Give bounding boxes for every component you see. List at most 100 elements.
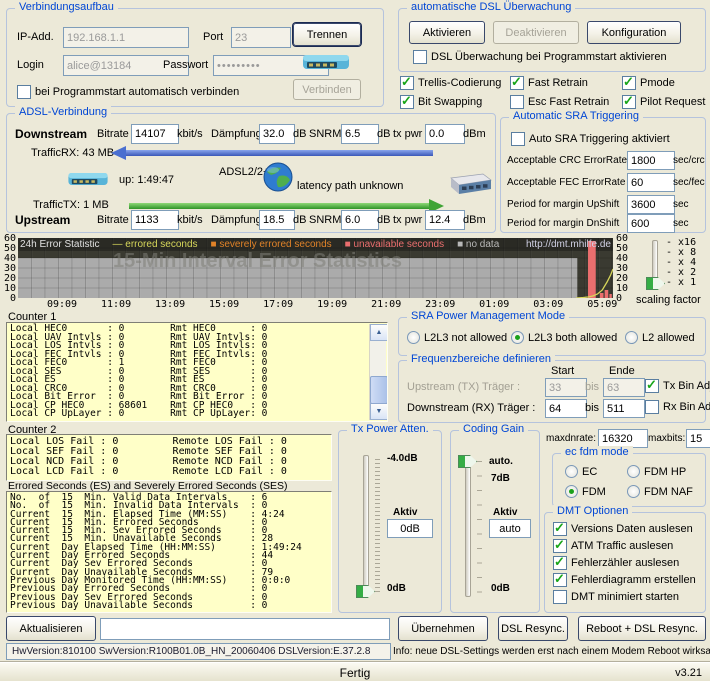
watch-startup-checkbox[interactable]: DSL Überwachung bei Programmstart aktivi… bbox=[413, 50, 667, 64]
radio-l2l3-both-allowed[interactable]: L2L3 both allowed bbox=[511, 331, 617, 344]
fec-errorrate-field[interactable]: 60 bbox=[627, 173, 675, 192]
x-tick-label: 03:09 bbox=[533, 299, 564, 310]
dmt-minimiert-checkbox[interactable]: DMT minimiert starten bbox=[553, 590, 679, 604]
trellis-checkbox-box[interactable] bbox=[400, 74, 414, 90]
bit-swapping-label: Bit Swapping bbox=[418, 96, 483, 108]
dsl-resync-button[interactable]: DSL Resync. bbox=[498, 616, 568, 641]
ds-bitrate-field[interactable]: 14107 bbox=[131, 124, 179, 144]
radio-l2-allowed-circle[interactable] bbox=[625, 331, 638, 344]
traffic-tx-label: TrafficTX: 1 MB bbox=[33, 199, 109, 211]
ds-snrm-field[interactable]: 6.5 bbox=[341, 124, 379, 144]
counter1-scrollbar-thumb[interactable] bbox=[370, 376, 387, 404]
trellis-checkbox[interactable]: Trellis-Codierung bbox=[400, 74, 501, 90]
counter2-box[interactable]: Local LOS Fail : 0 Remote LOS Fail : 0 L… bbox=[6, 434, 332, 481]
radio-fdm[interactable]: FDM bbox=[565, 485, 606, 498]
tx-atten-top-label: -4.0dB bbox=[387, 453, 418, 464]
aktualisieren-button[interactable]: Aktualisieren bbox=[6, 616, 96, 641]
ds-snrm-unit: dB bbox=[377, 128, 391, 140]
pmode-checkbox[interactable]: Pmode bbox=[622, 74, 675, 90]
progress-field bbox=[100, 618, 390, 640]
verbinden-button[interactable]: Verbinden bbox=[293, 79, 361, 100]
watch-startup-checkbox-box[interactable] bbox=[413, 50, 427, 64]
sra-trigger-checkbox-box[interactable] bbox=[511, 132, 525, 146]
us-txpwr-field[interactable]: 12.4 bbox=[425, 210, 465, 230]
chart-legend: 24h Error Statistic — errored seconds ■ se… bbox=[20, 239, 611, 250]
uebernehmen-button[interactable]: Übernehmen bbox=[398, 616, 488, 641]
versions-daten-box[interactable] bbox=[553, 520, 567, 536]
modem-icon bbox=[303, 55, 349, 69]
pmode-checkbox-box[interactable] bbox=[622, 74, 636, 90]
tx-atten-ticks bbox=[375, 459, 380, 593]
bit-swapping-checkbox-box[interactable] bbox=[400, 93, 414, 109]
radio-ec[interactable]: EC bbox=[565, 465, 597, 478]
radio-l2-allowed[interactable]: L2 allowed bbox=[625, 331, 695, 344]
bit-swapping-checkbox[interactable]: Bit Swapping bbox=[400, 93, 483, 109]
counter1-box[interactable]: Local HEC0 : 0 Rmt HEC0 : 0 Local UAV In… bbox=[6, 322, 388, 422]
autoconnect-checkbox[interactable]: bei Programmstart automatisch verbinden bbox=[17, 85, 239, 99]
reboot-resync-button[interactable]: Reboot + DSL Resync. bbox=[578, 616, 706, 641]
downstream-end-field[interactable]: 511 bbox=[603, 399, 645, 418]
maxbits-field[interactable]: 15 bbox=[686, 429, 710, 448]
tx-atten-slider-thumb[interactable] bbox=[356, 585, 375, 598]
down-bis-label: bis bbox=[585, 402, 600, 414]
counter1-scrollbar[interactable]: ▲ ▼ bbox=[369, 324, 387, 420]
connection-group: Verbindungsaufbau IP-Add. 192.168.1.1 Po… bbox=[6, 1, 384, 107]
tx-bin-adjust-checkbox[interactable]: Tx Bin Adjust bbox=[645, 377, 710, 393]
passwort-label: Passwort bbox=[163, 59, 209, 71]
es-box[interactable]: No. of 15 Min. Valid Data Intervals : 6 … bbox=[6, 491, 332, 613]
tx-bin-adjust-box[interactable] bbox=[645, 377, 659, 393]
fehlerdiagramm-box[interactable] bbox=[553, 571, 567, 587]
dmt-minimiert-label: DMT minimiert starten bbox=[571, 591, 679, 603]
trennen-button[interactable]: Trennen bbox=[293, 23, 361, 46]
coding-gain-slider-track[interactable] bbox=[465, 455, 471, 597]
status-bar: Fertig v3.21 bbox=[0, 662, 710, 681]
radio-fdm-circle[interactable] bbox=[565, 485, 578, 498]
esc-fast-retrain-checkbox-box[interactable] bbox=[510, 95, 524, 109]
ds-txpwr-label: tx pwr bbox=[393, 128, 423, 140]
sra-trigger-checkbox[interactable]: Auto SRA Triggering aktiviert bbox=[511, 132, 670, 146]
fast-retrain-checkbox-box[interactable] bbox=[510, 74, 524, 90]
radio-fdm-hp[interactable]: FDM HP bbox=[627, 465, 686, 478]
radio-ec-circle[interactable] bbox=[565, 465, 578, 478]
scroll-down-icon[interactable]: ▼ bbox=[370, 403, 387, 420]
dmt-minimiert-box[interactable] bbox=[553, 590, 567, 604]
rx-bin-adjust-checkbox[interactable]: Rx Bin Adjust bbox=[645, 400, 710, 414]
radio-l2l3-not-allowed-circle[interactable] bbox=[407, 331, 420, 344]
autoconnect-checkbox-box[interactable] bbox=[17, 85, 31, 99]
downstream-traeger-label: Downstream (RX) Träger : bbox=[407, 402, 536, 414]
fehlerzaehler-box[interactable] bbox=[553, 554, 567, 570]
radio-l2l3-both-allowed-circle[interactable] bbox=[511, 331, 524, 344]
crc-errorrate-field[interactable]: 1800 bbox=[627, 151, 675, 170]
radio-fdm-naf[interactable]: FDM NAF bbox=[627, 485, 693, 498]
aktivieren-button[interactable]: Aktivieren bbox=[409, 21, 485, 44]
fehlerdiagramm-checkbox[interactable]: Fehlerdiagramm erstellen bbox=[553, 571, 696, 587]
atm-traffic-checkbox[interactable]: ATM Traffic auslesen bbox=[553, 537, 673, 553]
rx-bin-adjust-box[interactable] bbox=[645, 400, 659, 414]
us-daempfung-field[interactable]: 18.5 bbox=[259, 210, 295, 230]
radio-l2l3-not-allowed[interactable]: L2L3 not allowed bbox=[407, 331, 507, 344]
pilot-request-checkbox[interactable]: Pilot Request bbox=[622, 93, 705, 109]
versions-daten-checkbox[interactable]: Versions Daten auslesen bbox=[553, 520, 693, 536]
radio-fdm-hp-circle[interactable] bbox=[627, 465, 640, 478]
us-snrm-field[interactable]: 6.0 bbox=[341, 210, 379, 230]
us-snrm-unit: dB bbox=[377, 214, 391, 226]
us-bitrate-field[interactable]: 1133 bbox=[131, 210, 179, 230]
upshift-field[interactable]: 3600 bbox=[627, 195, 675, 214]
dnshift-field[interactable]: 600 bbox=[627, 214, 675, 233]
esc-fast-retrain-checkbox[interactable]: Esc Fast Retrain bbox=[510, 95, 609, 109]
scaling-slider-thumb[interactable] bbox=[646, 277, 665, 290]
pilot-request-checkbox-box[interactable] bbox=[622, 93, 636, 109]
tx-atten-aktiv-label: Aktiv bbox=[393, 507, 418, 518]
konfiguration-button[interactable]: Konfiguration bbox=[587, 21, 681, 44]
ds-daempfung-field[interactable]: 32.0 bbox=[259, 124, 295, 144]
downstream-start-field[interactable]: 64 bbox=[545, 399, 587, 418]
ds-txpwr-field[interactable]: 0.0 bbox=[425, 124, 465, 144]
radio-fdm-naf-circle[interactable] bbox=[627, 485, 640, 498]
scroll-up-icon[interactable]: ▲ bbox=[370, 324, 387, 341]
deaktivieren-button[interactable]: Deaktivieren bbox=[493, 21, 579, 44]
fast-retrain-checkbox[interactable]: Fast Retrain bbox=[510, 74, 588, 90]
tx-atten-slider-track[interactable] bbox=[363, 455, 369, 597]
atm-traffic-box[interactable] bbox=[553, 537, 567, 553]
fehlerzaehler-checkbox[interactable]: Fehlerzähler auslesen bbox=[553, 554, 679, 570]
coding-gain-slider-thumb[interactable] bbox=[458, 455, 477, 468]
